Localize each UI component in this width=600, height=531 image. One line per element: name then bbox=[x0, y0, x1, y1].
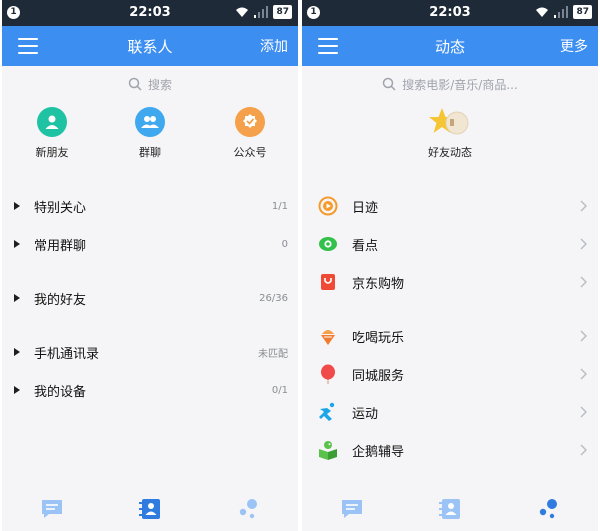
balloon-icon bbox=[321, 364, 335, 384]
item-daily-trace[interactable]: 日迹 bbox=[302, 191, 598, 221]
add-button[interactable]: 添加 bbox=[260, 36, 288, 56]
play-circle-icon bbox=[318, 196, 338, 216]
group-count: 1/1 bbox=[271, 200, 288, 212]
quick-label: 公众号 bbox=[233, 146, 267, 159]
quick-new-friends[interactable]: 新朋友 bbox=[16, 107, 88, 160]
chevron-right-icon bbox=[580, 444, 587, 456]
battery-icon: 87 bbox=[273, 5, 292, 19]
group-phone-contacts[interactable]: 手机通讯录 未匹配 bbox=[2, 338, 298, 366]
ice-cream-icon bbox=[321, 330, 335, 345]
contacts-screen: 1 22:03 87 联系人 添加 搜索 新朋友 群聊 公众号 特别关心 1/1… bbox=[2, 0, 298, 531]
tab-contacts-icon[interactable] bbox=[138, 497, 162, 521]
eye-icon bbox=[319, 237, 337, 251]
group-name: 我的设备 bbox=[34, 384, 87, 400]
item-highlights[interactable]: 看点 bbox=[302, 229, 598, 259]
group-icon bbox=[135, 107, 165, 137]
wifi-icon bbox=[536, 7, 549, 17]
badge-check-icon bbox=[235, 107, 265, 137]
tab-messages-icon[interactable] bbox=[40, 497, 64, 521]
running-icon bbox=[319, 402, 335, 421]
search-placeholder: 搜索 bbox=[147, 77, 172, 92]
item-local-services[interactable]: 同城服务 bbox=[302, 359, 598, 389]
search-icon bbox=[382, 77, 396, 91]
status-bar: 1 22:03 87 bbox=[302, 0, 598, 26]
star-avatar-icon bbox=[429, 108, 469, 135]
friends-feed[interactable]: 好友动态 bbox=[414, 107, 486, 160]
expand-triangle-icon bbox=[14, 202, 20, 210]
chevron-right-icon bbox=[580, 330, 587, 342]
wifi-icon bbox=[236, 7, 249, 17]
tab-activity-icon[interactable] bbox=[536, 497, 560, 521]
signal-icon bbox=[254, 6, 269, 18]
group-count: 0 bbox=[281, 238, 288, 250]
item-sports[interactable]: 运动 bbox=[302, 397, 598, 427]
chevron-right-icon bbox=[580, 276, 587, 288]
group-count: 0/1 bbox=[271, 384, 288, 396]
group-name: 特别关心 bbox=[34, 200, 87, 216]
expand-triangle-icon bbox=[14, 348, 20, 356]
quick-label: 新朋友 bbox=[35, 146, 69, 159]
friends-feed-label: 好友动态 bbox=[428, 146, 472, 159]
page-title: 联系人 bbox=[127, 38, 173, 56]
tab-messages-icon[interactable] bbox=[340, 497, 364, 521]
search-input[interactable]: 搜索电影/音乐/商品... bbox=[302, 74, 598, 94]
item-name: 运动 bbox=[352, 406, 379, 422]
chevron-right-icon bbox=[580, 406, 587, 418]
status-icons: 87 bbox=[535, 5, 592, 19]
group-count: 未匹配 bbox=[258, 348, 288, 360]
penguin-book-icon bbox=[319, 441, 337, 460]
group-name: 手机通讯录 bbox=[34, 346, 100, 362]
title-bar: 动态 更多 bbox=[302, 26, 598, 66]
group-special-care[interactable]: 特别关心 1/1 bbox=[2, 192, 298, 220]
group-name: 我的好友 bbox=[34, 292, 87, 308]
status-icons: 87 bbox=[235, 5, 292, 19]
item-food-fun[interactable]: 吃喝玩乐 bbox=[302, 321, 598, 351]
search-placeholder: 搜索电影/音乐/商品... bbox=[402, 77, 518, 92]
item-name: 同城服务 bbox=[352, 368, 405, 384]
page-title: 动态 bbox=[434, 38, 465, 56]
group-my-friends[interactable]: 我的好友 26/36 bbox=[2, 284, 298, 312]
expand-triangle-icon bbox=[14, 240, 20, 248]
person-icon bbox=[37, 107, 67, 137]
tab-activity-icon[interactable] bbox=[236, 497, 260, 521]
quick-label: 群聊 bbox=[139, 146, 161, 159]
expand-triangle-icon bbox=[14, 294, 20, 302]
bottom-tab-bar bbox=[2, 487, 298, 531]
quick-official-accounts[interactable]: 公众号 bbox=[214, 107, 286, 160]
bottom-tab-bar bbox=[302, 487, 598, 531]
status-bar: 1 22:03 87 bbox=[2, 0, 298, 26]
tab-contacts-icon[interactable] bbox=[438, 497, 462, 521]
signal-icon bbox=[554, 6, 569, 18]
group-my-devices[interactable]: 我的设备 0/1 bbox=[2, 376, 298, 404]
activity-screen: 1 22:03 87 动态 更多 搜索电影/音乐/商品... 好友动态 日迹 看… bbox=[302, 0, 598, 531]
chevron-right-icon bbox=[580, 368, 587, 380]
chevron-right-icon bbox=[580, 200, 587, 212]
expand-triangle-icon bbox=[14, 386, 20, 394]
item-name: 京东购物 bbox=[352, 276, 405, 292]
group-name: 常用群聊 bbox=[34, 238, 87, 254]
item-name: 吃喝玩乐 bbox=[352, 330, 405, 346]
title-bar: 联系人 添加 bbox=[2, 26, 298, 66]
more-button[interactable]: 更多 bbox=[560, 36, 588, 56]
search-icon bbox=[128, 77, 142, 91]
item-name: 日迹 bbox=[352, 200, 379, 216]
battery-icon: 87 bbox=[573, 5, 592, 19]
shopping-bag-icon bbox=[321, 274, 335, 290]
quick-group-chats[interactable]: 群聊 bbox=[114, 107, 186, 160]
item-jd-shopping[interactable]: 京东购物 bbox=[302, 267, 598, 297]
chevron-right-icon bbox=[580, 238, 587, 250]
group-count: 26/36 bbox=[259, 292, 288, 304]
item-penguin-tutoring[interactable]: 企鹅辅导 bbox=[302, 435, 598, 465]
group-frequent-chats[interactable]: 常用群聊 0 bbox=[2, 230, 298, 258]
item-name: 企鹅辅导 bbox=[352, 444, 405, 460]
search-input[interactable]: 搜索 bbox=[2, 74, 298, 94]
item-name: 看点 bbox=[352, 238, 379, 254]
